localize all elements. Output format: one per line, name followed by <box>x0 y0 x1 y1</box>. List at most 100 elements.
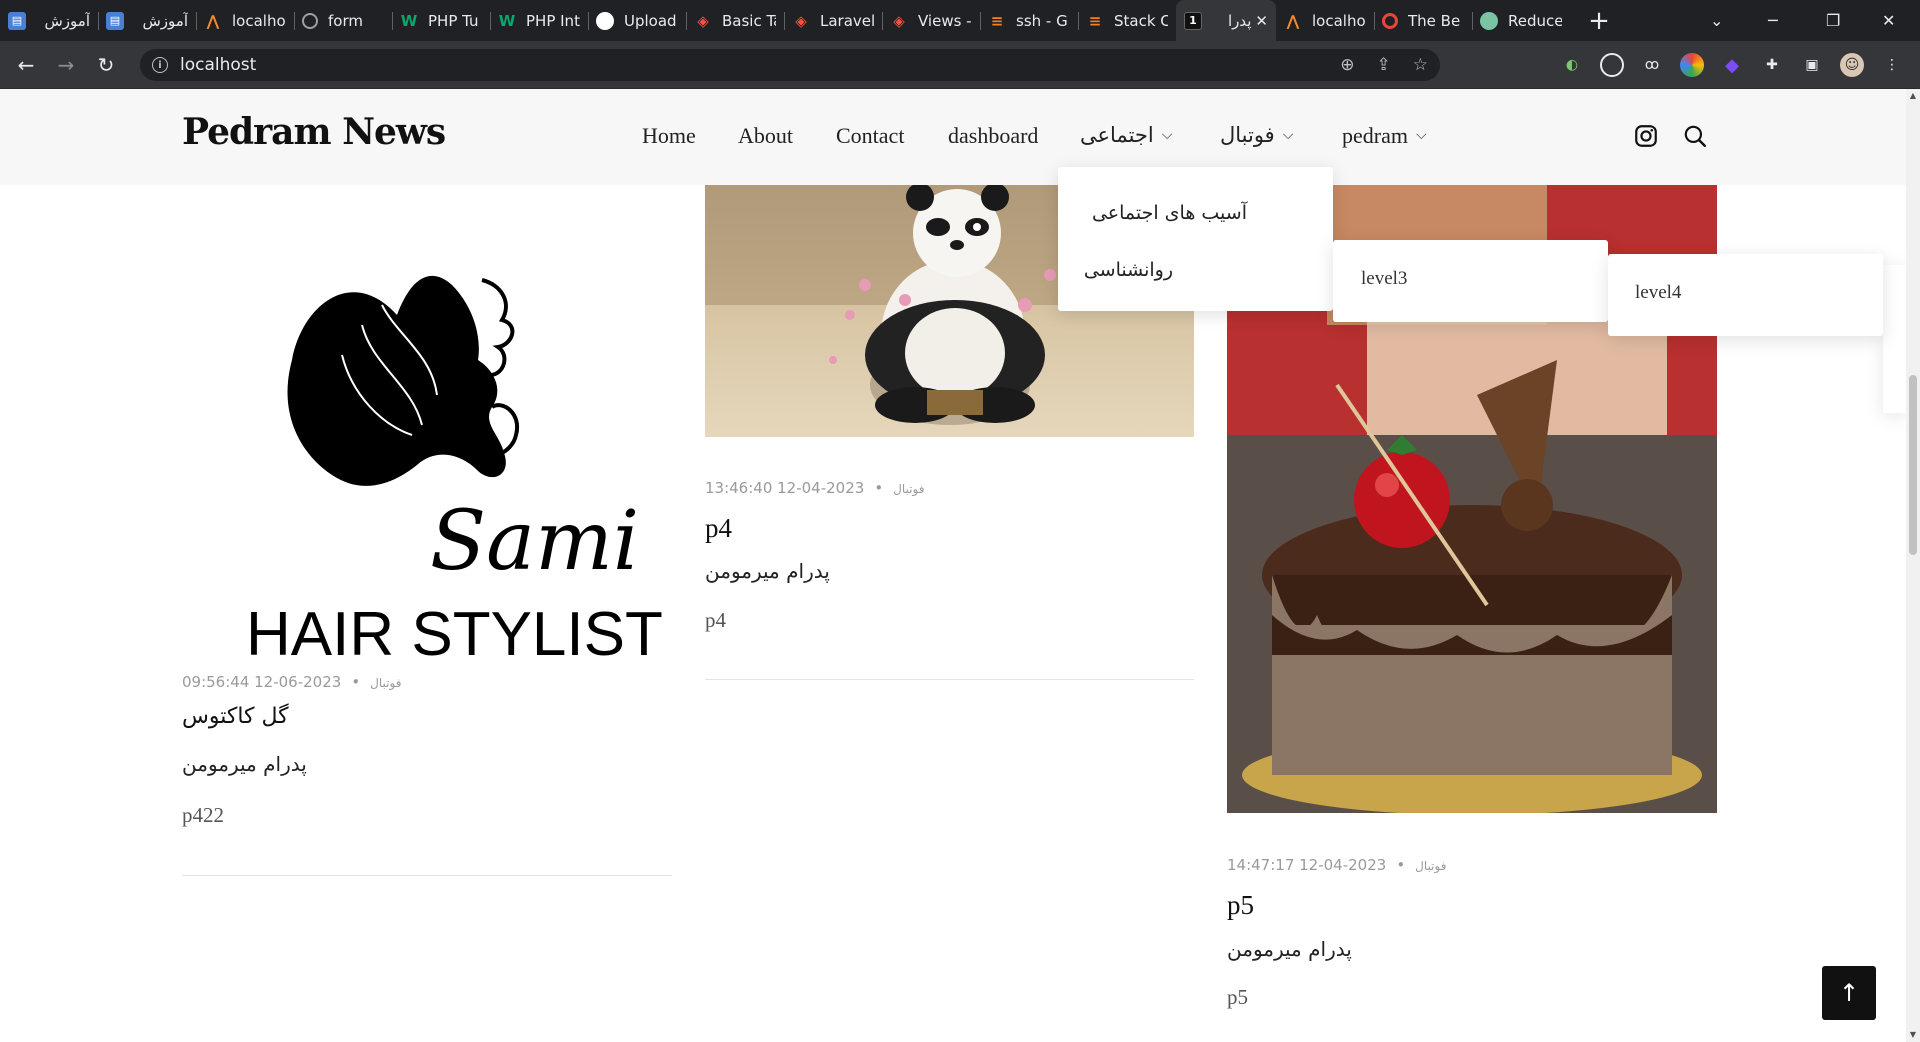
extension-gem-icon[interactable]: ◆ <box>1720 53 1744 77</box>
browser-tab[interactable]: ⋀ localho <box>1276 0 1374 41</box>
tab-search-icon[interactable]: ⌄ <box>1710 0 1730 41</box>
post-title-link[interactable]: p4 <box>705 513 732 544</box>
browser-menu-icon[interactable]: ⋮ <box>1880 53 1904 77</box>
post-date: 13:46:40 12-04-2023 <box>705 479 865 497</box>
w3schools-icon: W <box>400 11 418 30</box>
blue-doc-icon: ▤ <box>8 11 26 30</box>
post-author: پدرام میرمومن <box>1227 937 1352 961</box>
browser-tab[interactable]: ▤ آموزش <box>0 0 98 41</box>
page-scrollbar[interactable]: ▲ ▼ <box>1906 89 1920 1042</box>
scrollbar-thumb[interactable] <box>1909 375 1917 555</box>
browser-tab[interactable]: form <box>294 0 392 41</box>
arrow-up-icon: ↑ <box>1838 979 1860 1007</box>
post-excerpt: p422 <box>182 803 224 827</box>
scroll-down-arrow-icon[interactable]: ▼ <box>1906 1028 1920 1042</box>
browser-tab-bar: ▤ آموزش ▤ آموزش ⋀ localho form W PHP Tu W PHP… <box>0 0 1920 41</box>
post-category-link[interactable]: فوتبال <box>893 482 924 496</box>
post-image-logo[interactable]: Sami HAIR STYLIST <box>182 185 672 685</box>
laravel-icon: ◈ <box>697 11 709 30</box>
social-dropdown-menu: آسیب های اجتماعی روانشناسی <box>1058 167 1333 311</box>
dropdown-item-social-harms[interactable]: آسیب های اجتماعی <box>1092 202 1247 224</box>
nav-social-dropdown[interactable]: اجتماعی ⌵ <box>1080 123 1172 147</box>
post-author: پدرام میرمومن <box>182 752 307 776</box>
meta-separator: • <box>874 479 884 497</box>
browser-tab[interactable]: W PHP Tu <box>392 0 490 41</box>
minimize-icon[interactable]: ─ <box>1768 0 1788 41</box>
back-icon[interactable]: ← <box>14 53 38 77</box>
browser-tab[interactable]: ≡ Stack C <box>1078 0 1176 41</box>
reload-icon[interactable]: ↻ <box>94 53 118 77</box>
new-tab-button[interactable]: + <box>1584 6 1614 36</box>
close-tab-icon[interactable]: ✕ <box>1255 12 1268 30</box>
laravel-icon: ◈ <box>893 11 905 30</box>
side-panel-icon[interactable]: ▣ <box>1800 53 1824 77</box>
browser-tab[interactable]: ≡ ssh - G <box>980 0 1078 41</box>
browser-tab[interactable]: ◈ Views - <box>882 0 980 41</box>
post-divider <box>182 875 672 876</box>
nav-contact[interactable]: Contact <box>836 123 904 149</box>
nav-about[interactable]: About <box>738 123 793 149</box>
chevron-down-icon: ⌵ <box>1282 127 1294 143</box>
browser-tab-active[interactable]: 1 پدرا ✕ <box>1176 0 1276 41</box>
logo-script-text: Sami <box>430 494 639 589</box>
browser-toolbar: ← → ↻ i localhost ⊕ ⇪ ☆ ◐ ꝏ ◆ ✚ ▣ ☺ ⋮ <box>0 41 1920 89</box>
extension-eye-dropper-icon[interactable]: ◐ <box>1560 53 1584 77</box>
extension-owl-icon[interactable]: ꝏ <box>1640 53 1664 77</box>
browser-tab[interactable]: Upload <box>588 0 686 41</box>
post-title-link[interactable]: p5 <box>1227 890 1254 921</box>
post-divider <box>705 679 1194 680</box>
submenu-item-level4[interactable]: level4 <box>1635 282 1681 304</box>
browser-tab[interactable]: Reduce <box>1472 0 1570 41</box>
submenu-shadow-edge <box>1883 265 1906 413</box>
submenu-item-level3[interactable]: level3 <box>1361 268 1407 290</box>
close-window-icon[interactable]: ✕ <box>1882 0 1902 41</box>
browser-tab[interactable]: ◈ Laravel <box>784 0 882 41</box>
xampp-icon: ⋀ <box>206 11 220 30</box>
post-meta: 09:56:44 12-06-2023 • فوتبال <box>182 673 401 691</box>
bookmark-star-icon[interactable]: ☆ <box>1413 55 1428 75</box>
browser-tab[interactable]: W PHP Int <box>490 0 588 41</box>
post-title-link[interactable]: گل کاکتوس <box>182 704 289 729</box>
address-bar[interactable]: i localhost ⊕ ⇪ ☆ <box>140 49 1440 81</box>
nav-dashboard[interactable]: dashboard <box>948 123 1038 149</box>
site-header: Pedram News Home About Contact dashboard… <box>0 89 1906 185</box>
globe-icon <box>302 12 318 29</box>
profile-avatar[interactable]: ☺ <box>1840 53 1864 77</box>
earth-icon <box>1480 11 1498 30</box>
restore-icon[interactable]: ❐ <box>1826 0 1846 41</box>
browser-tab[interactable]: ◈Basic Ta <box>686 0 784 41</box>
post-excerpt: p5 <box>1227 985 1248 1009</box>
level3-submenu: level3 <box>1333 240 1608 322</box>
extension-color-picker-icon[interactable] <box>1680 53 1704 77</box>
browser-tab[interactable]: ▤ آموزش <box>98 0 196 41</box>
nav-home[interactable]: Home <box>642 123 696 149</box>
hair-stylist-logo-image: Sami HAIR STYLIST <box>246 275 663 669</box>
nav-pedram-dropdown[interactable]: pedram ⌵ <box>1342 123 1427 149</box>
extension-chrome-icon[interactable] <box>1600 53 1624 77</box>
stackoverflow-icon: ≡ <box>990 11 1004 30</box>
browser-tab[interactable]: The Be <box>1374 0 1472 41</box>
back-to-top-button[interactable]: ↑ <box>1822 966 1876 1020</box>
post-category-link[interactable]: فوتبال <box>370 676 401 690</box>
scroll-up-arrow-icon[interactable]: ▲ <box>1906 89 1920 103</box>
post-date: 09:56:44 12-06-2023 <box>182 673 342 691</box>
address-url: localhost <box>180 55 257 75</box>
site-info-icon[interactable]: i <box>152 57 168 73</box>
search-icon[interactable] <box>1682 123 1708 149</box>
browser-tab[interactable]: ⋀ localho <box>196 0 294 41</box>
instagram-icon[interactable] <box>1633 123 1659 149</box>
share-icon[interactable]: ⇪ <box>1377 55 1391 75</box>
post-meta: 13:46:40 12-04-2023 • فوتبال <box>705 479 924 497</box>
meta-separator: • <box>1396 856 1406 874</box>
xampp-icon: ⋀ <box>1286 11 1300 30</box>
laravel-icon: ◈ <box>795 11 807 30</box>
site-brand[interactable]: Pedram News <box>182 111 446 153</box>
dropdown-item-psychology[interactable]: روانشناسی <box>1084 259 1173 281</box>
nav-football-dropdown[interactable]: فوتبال ⌵ <box>1220 123 1293 147</box>
post-date: 14:47:17 12-04-2023 <box>1227 856 1387 874</box>
forward-icon[interactable]: → <box>54 53 78 77</box>
chevron-down-icon: ⌵ <box>1161 127 1173 143</box>
zoom-icon[interactable]: ⊕ <box>1340 55 1354 75</box>
extensions-puzzle-icon[interactable]: ✚ <box>1760 53 1784 77</box>
post-category-link[interactable]: فوتبال <box>1415 859 1446 873</box>
